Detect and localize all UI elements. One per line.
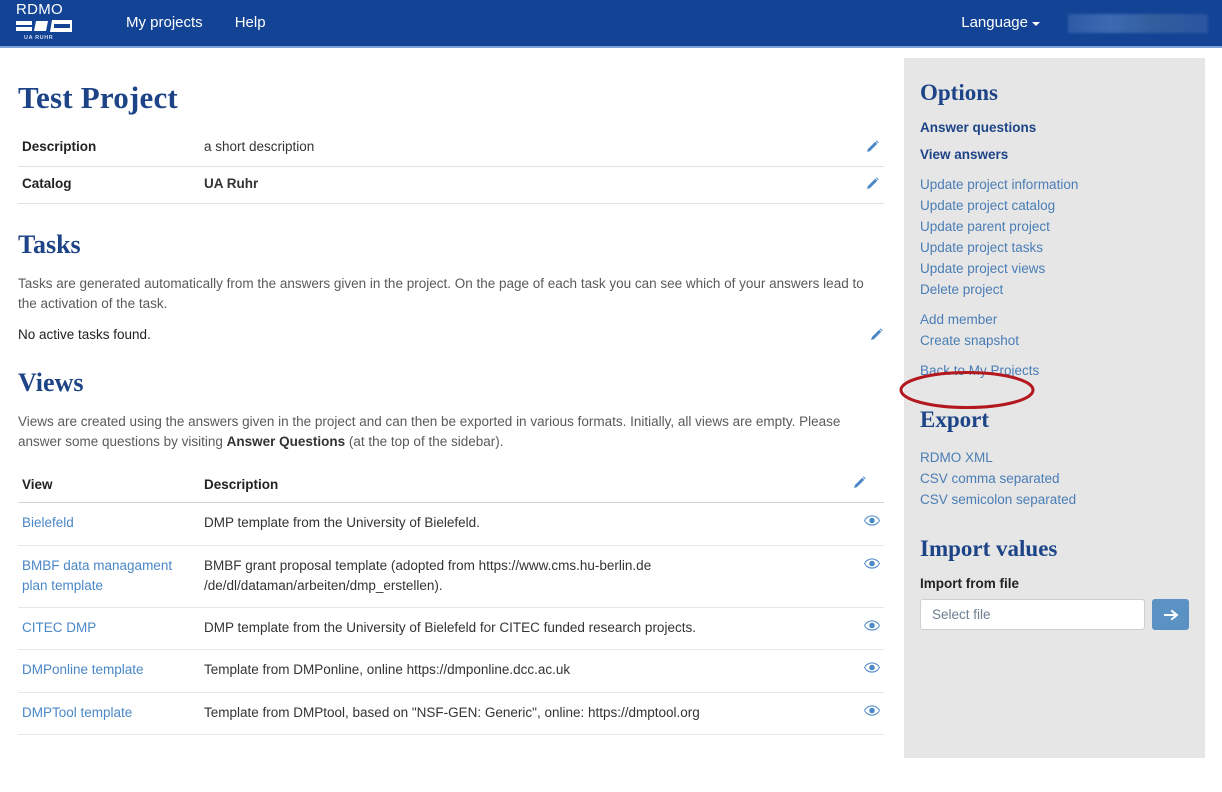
chevron-down-icon (1032, 22, 1040, 26)
brand-subtitle: UA RUHR (24, 35, 54, 41)
edit-catalog-cell (848, 166, 884, 204)
sidebar-item-delete-project[interactable]: Delete project (920, 279, 1189, 300)
view-link[interactable]: BMBF data managament plan template (22, 558, 172, 593)
nav-link-my-projects[interactable]: My projects (110, 0, 219, 47)
view-action-cell (848, 649, 884, 693)
sidebar-item-update-project-views[interactable]: Update project views (920, 258, 1189, 279)
sidebar-item-view-answers[interactable]: View answers (920, 147, 1189, 162)
language-label: Language (961, 14, 1028, 31)
sidebar-item-update-project-information[interactable]: Update project information (920, 174, 1189, 195)
view-description-cell: DMP template from the University of Biel… (200, 502, 848, 546)
sidebar-item-update-parent-project[interactable]: Update parent project (920, 216, 1189, 237)
tasks-empty-text: No active tasks found. (18, 327, 151, 343)
views-table-body: Bielefeld DMP template from the Universi… (18, 502, 884, 735)
detail-value-catalog: UA Ruhr (200, 166, 848, 204)
view-link[interactable]: Bielefeld (22, 515, 74, 530)
detail-key-catalog: Catalog (18, 166, 200, 204)
navbar-right: Language (953, 0, 1222, 47)
views-description: Views are created using the answers give… (18, 412, 874, 451)
sidebar-item-export-csv-comma[interactable]: CSV comma separated (920, 468, 1189, 489)
column-header-description: Description (200, 467, 848, 504)
views-description-emphasis: Answer Questions (226, 433, 346, 449)
pencil-icon[interactable] (865, 139, 880, 154)
eye-icon[interactable] (864, 557, 880, 570)
import-file-row: Select file (920, 599, 1189, 630)
project-details-table: Description a short description Catalog … (18, 130, 884, 204)
view-name-cell: CITEC DMP (18, 607, 200, 651)
page-title: Test Project (18, 80, 178, 115)
views-table-header-row: View Description (18, 467, 884, 504)
view-description-cell: Template from DMPtool, based on "NSF-GEN… (200, 692, 848, 735)
eye-icon[interactable] (864, 514, 880, 527)
import-from-file-label: Import from file (920, 576, 1020, 591)
sidebar-item-create-snapshot[interactable]: Create snapshot (920, 330, 1189, 351)
view-name-cell: BMBF data managament plan template (18, 545, 200, 608)
eye-icon[interactable] (864, 661, 880, 674)
view-name-cell: DMPonline template (18, 649, 200, 693)
sidebar-item-update-project-catalog[interactable]: Update project catalog (920, 195, 1189, 216)
sidebar: Options Answer questions View answers Up… (904, 58, 1205, 758)
view-name-cell: DMPTool template (18, 692, 200, 735)
pencil-icon[interactable] (869, 327, 884, 342)
sidebar-item-back-to-my-projects[interactable]: Back to My Projects (920, 360, 1189, 381)
select-file-input[interactable]: Select file (920, 599, 1145, 630)
table-row: DMPTool template Template from DMPtool, … (18, 692, 884, 735)
pencil-icon[interactable] (865, 176, 880, 191)
view-description-cell: BMBF grant proposal template (adopted fr… (200, 545, 848, 608)
sidebar-import-heading: Import values (920, 536, 1058, 561)
tasks-description: Tasks are generated automatically from t… (18, 276, 864, 311)
pencil-icon[interactable] (852, 475, 867, 490)
nav-link-help[interactable]: Help (219, 0, 282, 47)
table-row: BMBF data managament plan template BMBF … (18, 545, 884, 608)
ua-ruhr-logo-icon (16, 20, 72, 32)
views-description-part2: (at the top of the sidebar). (345, 433, 504, 449)
view-name-cell: Bielefeld (18, 502, 200, 546)
table-row: DMPonline template Template from DMPonli… (18, 649, 884, 693)
table-row: CITEC DMP DMP template from the Universi… (18, 607, 884, 651)
app-window: RDMO UA RUHR My projects Help Language T… (0, 0, 1222, 792)
view-link[interactable]: DMPTool template (22, 705, 132, 720)
nav-links: My projects Help (110, 0, 282, 47)
sidebar-item-answer-questions[interactable]: Answer questions (920, 120, 1189, 135)
views-heading: Views (18, 368, 84, 398)
column-header-view: View (18, 467, 200, 504)
tasks-empty-row: No active tasks found. (18, 327, 884, 342)
view-action-cell (848, 692, 884, 735)
edit-description-cell (848, 130, 884, 167)
sidebar-export-heading: Export (920, 407, 989, 432)
detail-key-description: Description (18, 130, 200, 167)
view-link[interactable]: CITEC DMP (22, 620, 96, 635)
select-file-placeholder: Select file (932, 607, 991, 622)
views-table: View Description Bielefeld DMP template … (18, 467, 884, 735)
tasks-heading: Tasks (18, 230, 81, 259)
arrow-right-icon (1163, 609, 1179, 620)
eye-icon[interactable] (864, 704, 880, 717)
view-action-cell (848, 607, 884, 651)
table-row: Description a short description (18, 130, 884, 167)
views-header-action (848, 467, 884, 504)
brand-logo[interactable]: RDMO UA RUHR (0, 0, 92, 47)
view-description-cell: Template from DMPonline, online https://… (200, 649, 848, 693)
sidebar-options-heading: Options (920, 80, 998, 105)
detail-value-description: a short description (200, 130, 848, 167)
view-action-cell (848, 502, 884, 546)
eye-icon[interactable] (864, 619, 880, 632)
sidebar-item-update-project-tasks[interactable]: Update project tasks (920, 237, 1189, 258)
view-action-cell (848, 545, 884, 608)
brand-name: RDMO (16, 1, 64, 18)
sidebar-item-add-member[interactable]: Add member (920, 309, 1189, 330)
view-description-cell: DMP template from the University of Biel… (200, 607, 848, 651)
import-submit-button[interactable] (1152, 599, 1189, 630)
table-row: Catalog UA Ruhr (18, 166, 884, 204)
user-menu-redacted[interactable] (1068, 13, 1208, 33)
view-link[interactable]: DMPonline template (22, 662, 144, 677)
language-dropdown[interactable]: Language (953, 0, 1048, 47)
sidebar-item-export-rdmo-xml[interactable]: RDMO XML (920, 447, 1189, 468)
sidebar-item-export-csv-semicolon[interactable]: CSV semicolon separated (920, 489, 1189, 510)
main-content: Test Project Description a short descrip… (0, 50, 890, 735)
top-navbar: RDMO UA RUHR My projects Help Language (0, 0, 1222, 48)
table-row: Bielefeld DMP template from the Universi… (18, 502, 884, 546)
